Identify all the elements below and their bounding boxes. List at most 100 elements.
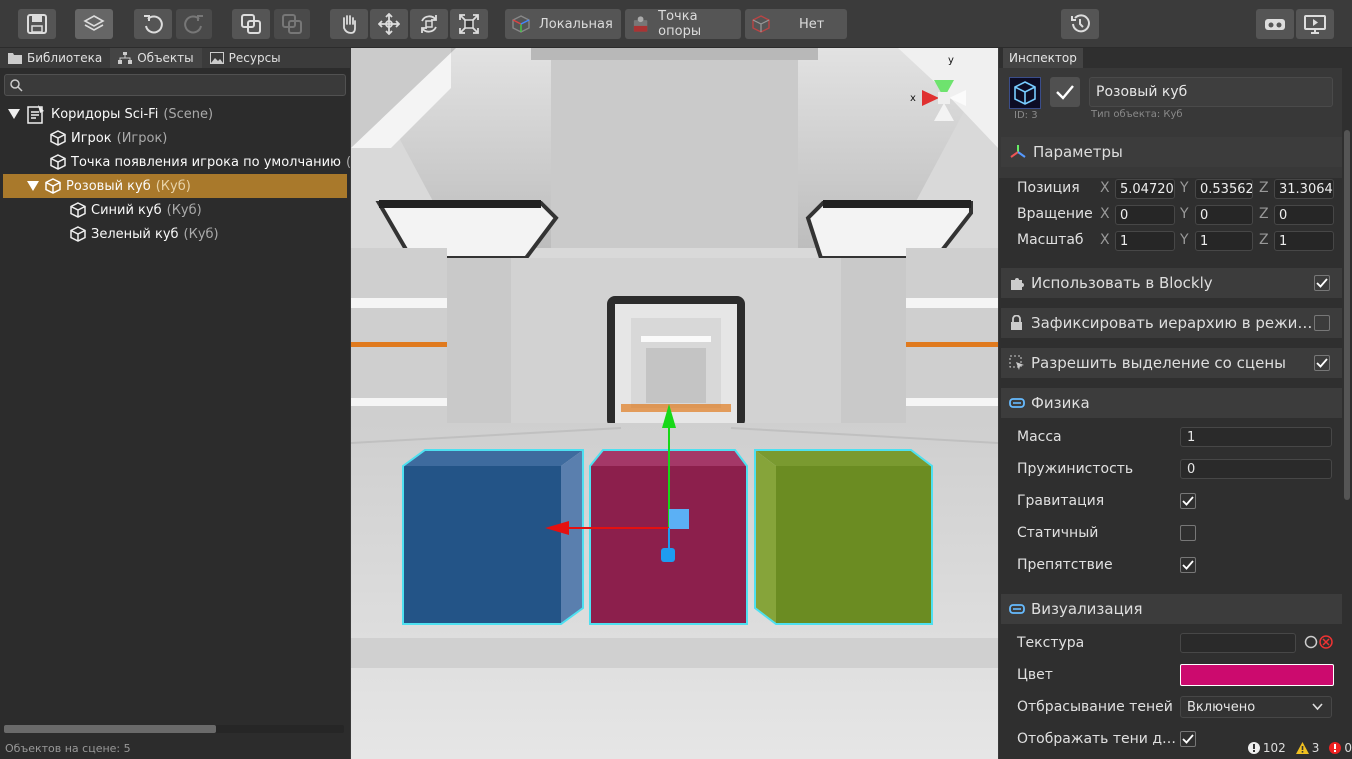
tree-item-green-cube[interactable]: Зеленый куб (Куб) xyxy=(0,222,350,246)
pivot-dropdown[interactable]: Точка опоры xyxy=(625,9,741,39)
position-x-input[interactable]: 5.04720 xyxy=(1115,179,1175,199)
tab-resources[interactable]: Ресурсы xyxy=(202,48,289,68)
section-params-header[interactable]: Параметры xyxy=(1001,137,1342,167)
inspector-scrollbar[interactable] xyxy=(1344,130,1350,500)
tree-item-blue-cube[interactable]: Синий куб (Куб) xyxy=(0,198,350,222)
rotate-tool-button[interactable] xyxy=(410,9,448,39)
scene-render[interactable]: y x xyxy=(351,48,998,759)
blue-cube[interactable] xyxy=(402,449,584,625)
scene-icon xyxy=(26,104,46,124)
monitor-play-icon xyxy=(1304,15,1326,34)
green-cube[interactable] xyxy=(754,449,933,625)
scale-y-input[interactable]: 1 xyxy=(1195,231,1253,251)
history-button[interactable] xyxy=(1061,9,1099,39)
tree-item-scene[interactable]: Коридоры Sci-Fi (Scene) xyxy=(0,102,350,126)
pivot-icon xyxy=(633,16,648,32)
cube-icon xyxy=(50,154,66,170)
play-button[interactable] xyxy=(1296,9,1334,39)
horizontal-scrollbar[interactable] xyxy=(4,725,344,733)
mass-input[interactable]: 1 xyxy=(1180,427,1332,447)
section-lock-hierarchy[interactable]: Зафиксировать иерархию в режи… xyxy=(1001,308,1342,338)
tree-item-name: Игрок xyxy=(71,130,112,146)
expand-triangle-icon[interactable] xyxy=(8,109,20,119)
save-button[interactable] xyxy=(18,9,56,39)
section-physics-header[interactable]: Физика xyxy=(1001,388,1342,418)
hand-tool-button[interactable] xyxy=(330,9,368,39)
section-visual-header[interactable]: Визуализация xyxy=(1001,594,1342,624)
texture-label: Текстура xyxy=(1017,635,1085,651)
paste-button[interactable] xyxy=(274,9,310,39)
info-counter[interactable]: 102 xyxy=(1247,741,1286,755)
tree-item-type: (Куб) xyxy=(183,226,219,242)
blockly-label: Использовать в Blockly xyxy=(1031,274,1213,292)
object-search-input[interactable] xyxy=(4,74,346,96)
tree-item-player[interactable]: Игрок (Игрок) xyxy=(0,126,350,150)
clear-texture-icon[interactable] xyxy=(1319,635,1333,649)
lock-hierarchy-label: Зафиксировать иерархию в режи… xyxy=(1031,314,1313,332)
color-picker[interactable] xyxy=(1180,664,1334,686)
tree-item-type: (Куб) xyxy=(155,178,191,194)
bounce-input[interactable]: 0 xyxy=(1180,459,1332,479)
warning-counter[interactable]: 3 xyxy=(1295,741,1320,755)
tab-objects[interactable]: Объекты xyxy=(110,48,202,68)
vr-button[interactable] xyxy=(1256,9,1294,39)
rotation-x-input[interactable]: 0 xyxy=(1115,205,1175,225)
layers-button[interactable] xyxy=(75,9,113,39)
object-id: ID: 3 xyxy=(1014,110,1038,121)
left-tabs: Библиотека Объекты Ресурсы xyxy=(0,48,350,68)
tree-item-pink-cube[interactable]: Розовый куб (Куб) xyxy=(3,174,347,198)
position-y-input[interactable]: 0.53562 xyxy=(1195,179,1253,199)
scale-x-input[interactable]: 1 xyxy=(1115,231,1175,251)
log-counters[interactable]: 102 3 0 xyxy=(1247,741,1352,755)
cast-shadows-select[interactable]: Включено xyxy=(1180,696,1332,718)
rotation-z-input[interactable]: 0 xyxy=(1274,205,1334,225)
duplicate-button[interactable] xyxy=(232,9,270,39)
scale-tool-button[interactable] xyxy=(450,9,488,39)
snap-dropdown[interactable]: Нет xyxy=(745,9,847,39)
warning-count: 3 xyxy=(1311,741,1320,755)
error-counter[interactable]: 0 xyxy=(1329,741,1352,755)
section-blockly[interactable]: Использовать в Blockly xyxy=(1001,268,1342,298)
texture-input[interactable] xyxy=(1180,633,1296,653)
move-tool-button[interactable] xyxy=(370,9,408,39)
undo-button[interactable] xyxy=(134,9,172,39)
obstacle-checkbox[interactable] xyxy=(1180,557,1196,573)
object-name-input[interactable]: Розовый куб xyxy=(1089,77,1333,107)
section-allow-select[interactable]: Разрешить выделение со сцены xyxy=(1001,348,1342,378)
pick-texture-icon[interactable] xyxy=(1304,635,1318,649)
tab-inspector[interactable]: Инспектор xyxy=(1003,48,1083,68)
undo-icon xyxy=(144,15,163,34)
blockly-checkbox[interactable] xyxy=(1314,275,1330,291)
physics-title: Физика xyxy=(1031,394,1090,412)
allow-select-checkbox[interactable] xyxy=(1314,355,1330,371)
static-checkbox[interactable] xyxy=(1180,525,1196,541)
rotation-y-input[interactable]: 0 xyxy=(1195,205,1253,225)
axis-z-label: Z xyxy=(1259,206,1269,222)
scene-viewport[interactable]: y x xyxy=(351,48,998,759)
scale-z-input[interactable]: 1 xyxy=(1274,231,1334,251)
rotation-label: Вращение xyxy=(1017,206,1093,222)
puzzle-icon xyxy=(1011,278,1024,290)
axis-y-label: Y xyxy=(1180,232,1189,248)
axes-icon xyxy=(1010,145,1026,158)
position-z-input[interactable]: 31.3064 xyxy=(1274,179,1334,199)
lock-hierarchy-checkbox[interactable] xyxy=(1314,315,1330,331)
snap-label: Нет xyxy=(799,16,825,32)
receive-shadows-checkbox[interactable] xyxy=(1180,731,1196,747)
bounce-label: Пружинистость xyxy=(1017,461,1134,477)
scrollbar-thumb[interactable] xyxy=(4,725,216,733)
select-cursor-icon xyxy=(1009,355,1024,370)
redo-button[interactable] xyxy=(176,9,212,39)
rotate-icon xyxy=(421,15,437,33)
move-icon xyxy=(378,13,400,35)
axis-x-label: X xyxy=(1100,206,1110,222)
expand-triangle-icon[interactable] xyxy=(27,181,39,191)
tree-item-name: Розовый куб xyxy=(66,178,151,194)
tab-library[interactable]: Библиотека xyxy=(0,48,110,68)
hand-icon xyxy=(343,15,356,34)
coordinate-space-dropdown[interactable]: Локальная xyxy=(505,9,621,39)
object-enabled-checkbox[interactable] xyxy=(1050,77,1080,107)
tree-item-spawn-point[interactable]: Точка появления игрока по умолчанию (Точ… xyxy=(0,150,350,174)
gravity-checkbox[interactable] xyxy=(1180,493,1196,509)
chevron-down-icon xyxy=(1312,703,1323,711)
